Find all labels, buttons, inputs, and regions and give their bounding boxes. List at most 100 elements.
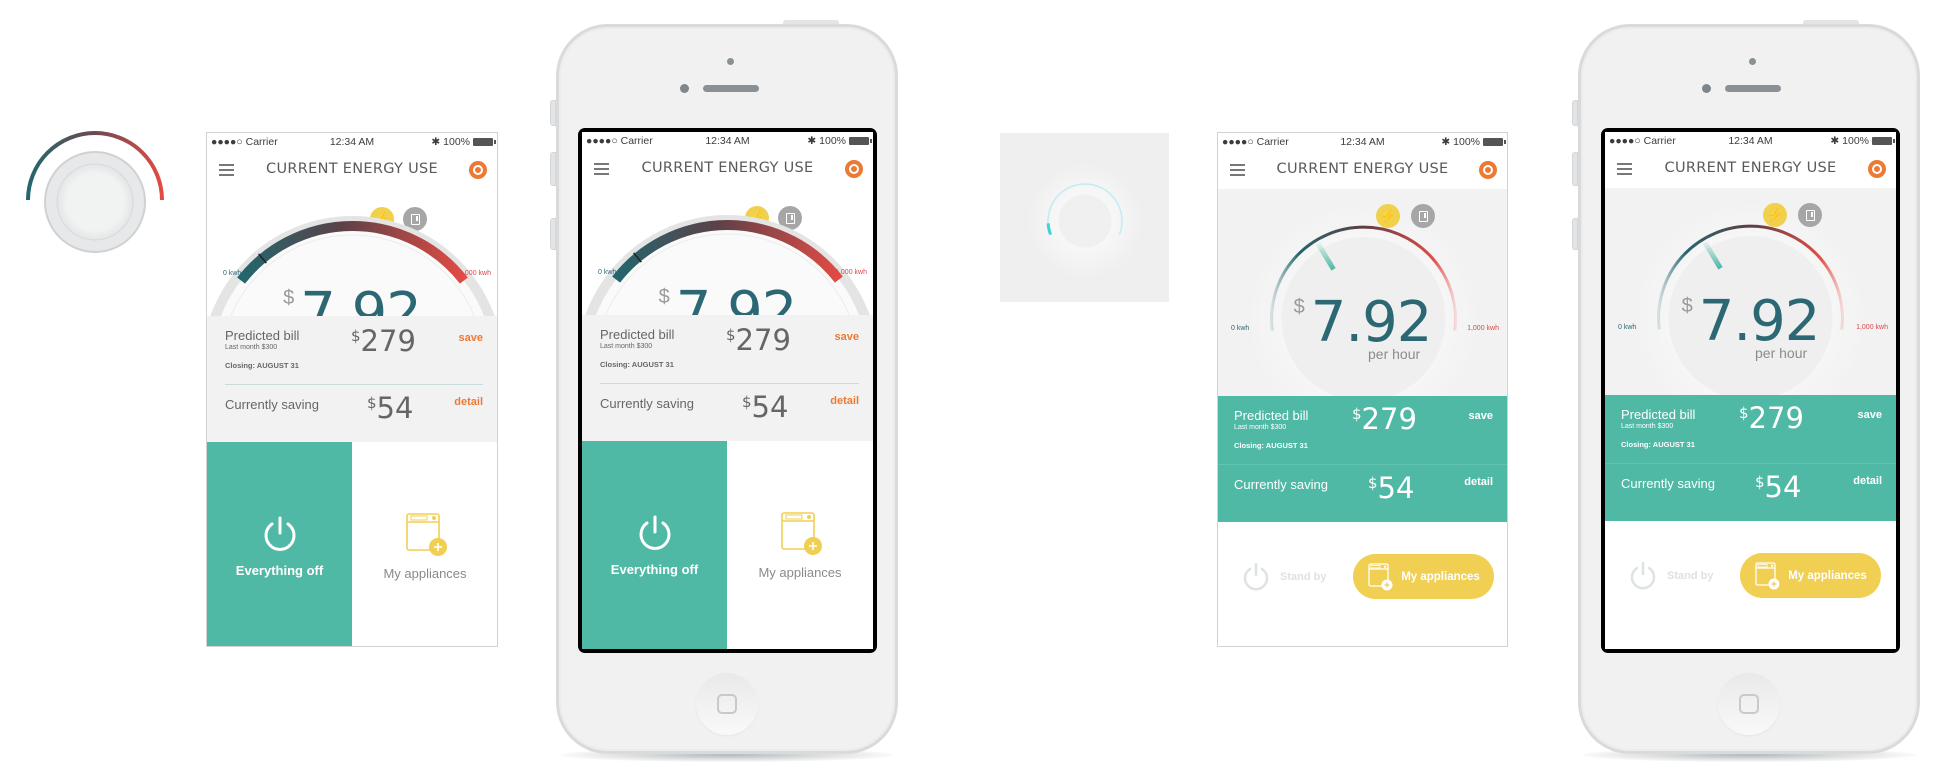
proximity-sensor xyxy=(680,84,689,93)
dial-knob-widget[interactable] xyxy=(20,125,170,265)
home-button[interactable] xyxy=(1718,673,1780,735)
stand-by-label: Stand by xyxy=(1280,571,1327,583)
currently-saving-label: Currently saving xyxy=(600,396,694,411)
my-appliances-button[interactable]: My appliances xyxy=(727,441,873,649)
appliance-plus-icon xyxy=(406,512,447,556)
front-camera xyxy=(1749,58,1756,65)
target-icon[interactable] xyxy=(1868,160,1886,178)
page-title: CURRENT ENERGY USE xyxy=(1276,161,1449,177)
predicted-bill-amount: $279 xyxy=(1739,401,1804,435)
detail-link[interactable]: detail xyxy=(454,396,483,408)
predicted-bill-amount: $279 xyxy=(1352,402,1417,436)
save-link[interactable]: save xyxy=(835,331,859,343)
app-screen-classic: ●●●●○ Carrier 12:34 AM ✱ 100% CURRENT EN… xyxy=(206,132,498,647)
closing-date: Closing: AUGUST 31 xyxy=(1621,440,1695,449)
appliance-icon[interactable] xyxy=(1411,204,1435,228)
target-icon[interactable] xyxy=(469,161,487,179)
my-appliances-label: My appliances xyxy=(1788,569,1867,582)
my-appliances-button[interactable]: My appliances xyxy=(1353,554,1494,599)
my-appliances-button[interactable]: My appliances xyxy=(1740,553,1881,598)
target-icon[interactable] xyxy=(845,160,863,178)
currently-saving-amount: $54 xyxy=(742,390,789,424)
battery-icon xyxy=(1872,137,1895,145)
spinner-core xyxy=(1055,191,1115,251)
everything-off-button[interactable]: Everything off xyxy=(582,441,727,649)
home-button[interactable] xyxy=(696,673,758,735)
currency-symbol: $ xyxy=(658,286,670,308)
predicted-bill-label: Predicted bill xyxy=(1234,408,1309,423)
lightning-icon[interactable]: ⚡ xyxy=(1763,203,1787,227)
detail-link[interactable]: detail xyxy=(1464,476,1493,488)
save-link[interactable]: save xyxy=(459,332,483,344)
page-title: CURRENT ENERGY USE xyxy=(641,160,814,176)
bluetooth-icon: ✱ xyxy=(807,135,817,147)
battery-indicator: ✱ 100% xyxy=(1830,135,1895,147)
cost-unit: per hour xyxy=(1368,346,1421,362)
currently-saving-amount: $54 xyxy=(367,391,414,425)
gauge-min-label: 0 kwh xyxy=(598,269,617,276)
home-square-icon xyxy=(1739,694,1759,714)
everything-off-label: Everything off xyxy=(235,562,324,578)
currently-saving-row: Currently saving $54 detail xyxy=(582,384,873,441)
nav-bar: CURRENT ENERGY USE xyxy=(1218,151,1507,189)
gauge-min-label: 0 kwh xyxy=(223,270,242,277)
appliance-plus-icon xyxy=(781,511,822,555)
target-icon[interactable] xyxy=(1479,161,1497,179)
save-link[interactable]: save xyxy=(1858,409,1882,421)
lightning-icon[interactable]: ⚡ xyxy=(1376,204,1400,228)
stand-by-button[interactable]: Stand by xyxy=(1629,562,1713,590)
stand-by-label: Stand by xyxy=(1667,570,1714,582)
battery-icon xyxy=(1483,138,1506,146)
detail-link[interactable]: detail xyxy=(1853,475,1882,487)
detail-link[interactable]: detail xyxy=(830,395,859,407)
bluetooth-icon: ✱ xyxy=(431,136,441,148)
my-appliances-label: My appliances xyxy=(383,565,467,581)
bill-panel: Predicted bill Last month $300 Closing: … xyxy=(207,316,497,442)
home-square-icon xyxy=(717,694,737,714)
power-icon xyxy=(1243,563,1269,591)
knob-inner xyxy=(56,163,134,241)
predicted-bill-amount: $279 xyxy=(726,323,791,357)
currently-saving-row: Currently saving $54 detail xyxy=(207,385,497,442)
currency-symbol: $ xyxy=(1293,296,1305,318)
currently-saving-amount: $54 xyxy=(1368,471,1415,505)
gauge-max-label: 1,000 kwh xyxy=(459,270,491,277)
bill-panel: Predicted bill Last month $300 Closing: … xyxy=(582,315,873,441)
appliance-icon[interactable] xyxy=(1798,203,1822,227)
page-title: CURRENT ENERGY USE xyxy=(1664,160,1837,176)
battery-icon xyxy=(849,137,872,145)
battery-percent: 100% xyxy=(1453,136,1480,148)
proximity-sensor xyxy=(1702,84,1711,93)
predicted-bill-label: Predicted bill xyxy=(600,327,675,342)
gauge-panel: ⚡ 0 kwh 1,000 kwh $7.92 per hour xyxy=(582,188,873,352)
status-bar: ●●●●○ Carrier 12:34 AM ✱ 100% xyxy=(1218,133,1507,151)
currency-symbol: $ xyxy=(1681,295,1693,317)
app-screen-modern: ●●●●○ Carrier 12:34 AM ✱ 100% CURRENT EN… xyxy=(1217,132,1508,647)
currently-saving-label: Currently saving xyxy=(1234,477,1328,492)
battery-indicator: ✱ 100% xyxy=(1441,136,1506,148)
predicted-bill-amount: $279 xyxy=(351,324,416,358)
last-month-label: Last month $300 xyxy=(600,343,653,350)
everything-off-button[interactable]: Everything off xyxy=(207,442,352,646)
currently-saving-label: Currently saving xyxy=(225,397,319,412)
my-appliances-button[interactable]: My appliances xyxy=(352,442,497,646)
my-appliances-label: My appliances xyxy=(758,564,842,580)
save-link[interactable]: save xyxy=(1469,410,1493,422)
currently-saving-row: Currently saving $54 detail xyxy=(1218,465,1507,522)
stand-by-button[interactable]: Stand by xyxy=(1242,563,1326,591)
cost-readout: $7.92 xyxy=(1218,290,1507,355)
battery-percent: 100% xyxy=(1842,135,1869,147)
cost-readout: $7.92 xyxy=(1605,289,1896,354)
predicted-bill-row: Predicted bill Last month $300 Closing: … xyxy=(207,316,497,384)
currently-saving-row: Currently saving $54 detail xyxy=(1605,464,1896,521)
front-camera xyxy=(727,58,734,65)
power-icon xyxy=(264,516,295,551)
gauge-panel: ⚡ 0 kwh 1,000 kwh $7.92 per hour xyxy=(1605,188,1896,395)
nav-bar: CURRENT ENERGY USE xyxy=(207,151,497,189)
everything-off-label: Everything off xyxy=(610,561,699,577)
spinner-graphic xyxy=(1027,163,1143,279)
currency-symbol: $ xyxy=(283,287,295,309)
my-appliances-label: My appliances xyxy=(1401,570,1480,583)
loading-spinner-widget xyxy=(1000,133,1169,302)
bill-panel: Predicted bill Last month $300 Closing: … xyxy=(1218,396,1507,522)
